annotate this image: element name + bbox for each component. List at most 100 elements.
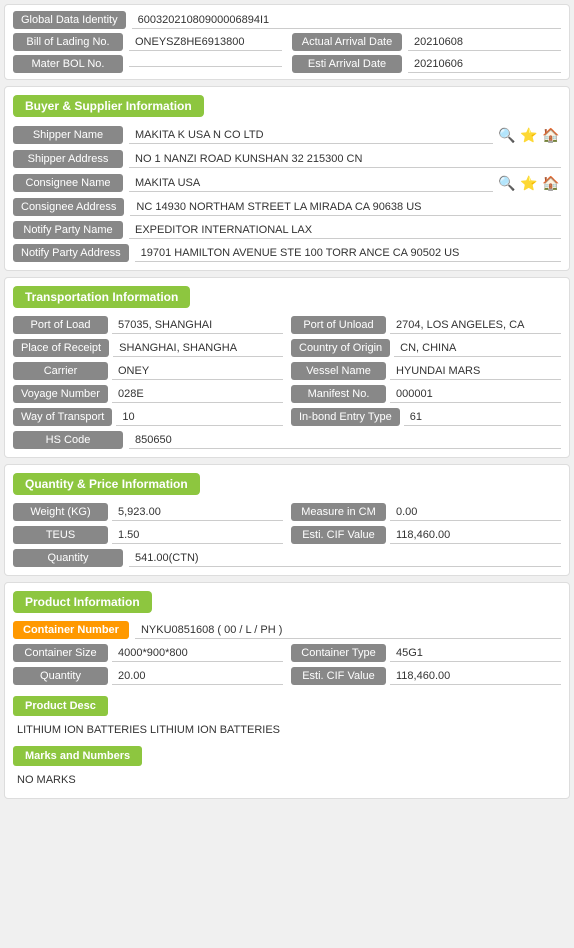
weight-measure-row: Weight (KG) 5,923.00 Measure in CM 0.00 — [13, 503, 561, 521]
shipper-name-value: MAKITA K USA N CO LTD — [129, 127, 493, 144]
product-esti-cif-col: Esti. CIF Value 118,460.00 — [291, 667, 561, 685]
product-desc-text: LITHIUM ION BATTERIES LITHIUM ION BATTER… — [13, 720, 561, 740]
product-desc-button[interactable]: Product Desc — [13, 696, 108, 716]
carrier-label: Carrier — [13, 362, 108, 380]
home-icon[interactable]: 🏠 — [541, 125, 561, 145]
country-of-origin-label: Country of Origin — [291, 339, 390, 357]
esti-arrival-date-label: Esti Arrival Date — [292, 55, 402, 73]
transportation-title: Transportation Information — [13, 286, 190, 308]
bill-of-lading-label: Bill of Lading No. — [13, 33, 123, 51]
container-size-label: Container Size — [13, 644, 108, 662]
weight-kg-col: Weight (KG) 5,923.00 — [13, 503, 283, 521]
esti-arrival-date-value: 20210606 — [408, 56, 561, 73]
place-of-receipt-label: Place of Receipt — [13, 339, 109, 357]
manifest-no-col: Manifest No. 000001 — [291, 385, 561, 403]
in-bond-entry-type-label: In-bond Entry Type — [291, 408, 400, 426]
hs-code-label: HS Code — [13, 431, 123, 449]
marks-and-numbers-button[interactable]: Marks and Numbers — [13, 746, 142, 766]
shipper-address-label: Shipper Address — [13, 150, 123, 168]
product-esti-cif-value: 118,460.00 — [390, 668, 561, 685]
voyage-number-value: 028E — [112, 386, 283, 403]
port-row: Port of Load 57035, SHANGHAI Port of Unl… — [13, 316, 561, 334]
shipper-name-label: Shipper Name — [13, 126, 123, 144]
consignee-address-label: Consignee Address — [13, 198, 124, 216]
quantity-price-section: Quantity & Price Information Weight (KG)… — [4, 464, 570, 576]
notify-party-name-row: Notify Party Name EXPEDITOR INTERNATIONA… — [13, 221, 561, 239]
receipt-country-row: Place of Receipt SHANGHAI, SHANGHA Count… — [13, 339, 561, 357]
port-load-col: Port of Load 57035, SHANGHAI — [13, 316, 283, 334]
carrier-col: Carrier ONEY — [13, 362, 283, 380]
esti-arrival-date-pair: Esti Arrival Date 20210606 — [292, 55, 561, 73]
marks-and-numbers-text: NO MARKS — [13, 770, 561, 790]
port-unload-col: Port of Unload 2704, LOS ANGELES, CA — [291, 316, 561, 334]
consignee-search-icon[interactable]: 🔍 — [497, 173, 517, 193]
teus-cif-row: TEUS 1.50 Esti. CIF Value 118,460.00 — [13, 526, 561, 544]
quantity-value: 541.00(CTN) — [129, 550, 561, 567]
vessel-name-label: Vessel Name — [291, 362, 386, 380]
place-of-receipt-value: SHANGHAI, SHANGHA — [113, 340, 283, 357]
port-of-load-value: 57035, SHANGHAI — [112, 317, 283, 334]
voyage-number-label: Voyage Number — [13, 385, 108, 403]
voyage-number-col: Voyage Number 028E — [13, 385, 283, 403]
consignee-name-icons: 🔍 ⭐ 🏠 — [497, 173, 561, 193]
container-number-button[interactable]: Container Number — [13, 621, 129, 639]
port-of-unload-label: Port of Unload — [291, 316, 386, 334]
place-of-receipt-col: Place of Receipt SHANGHAI, SHANGHA — [13, 339, 283, 357]
bill-of-lading-pair: Bill of Lading No. ONEYSZ8HE6913800 — [13, 33, 282, 51]
consignee-address-value: NC 14930 NORTHAM STREET LA MIRADA CA 906… — [130, 199, 561, 216]
transportation-section: Transportation Information Port of Load … — [4, 277, 570, 458]
header-section: Global Data Identity 6003202108090000689… — [4, 4, 570, 80]
product-esti-cif-label: Esti. CIF Value — [291, 667, 386, 685]
consignee-address-row: Consignee Address NC 14930 NORTHAM STREE… — [13, 198, 561, 216]
weight-kg-value: 5,923.00 — [112, 504, 283, 521]
country-of-origin-col: Country of Origin CN, CHINA — [291, 339, 561, 357]
mater-bol-pair: Mater BOL No. — [13, 55, 282, 73]
consignee-name-label: Consignee Name — [13, 174, 123, 192]
container-size-type-row: Container Size 4000*900*800 Container Ty… — [13, 644, 561, 662]
mater-bol-value — [129, 62, 282, 67]
vessel-name-col: Vessel Name HYUNDAI MARS — [291, 362, 561, 380]
consignee-home-icon[interactable]: 🏠 — [541, 173, 561, 193]
star-icon[interactable]: ⭐ — [519, 125, 539, 145]
measure-in-cm-label: Measure in CM — [291, 503, 386, 521]
consignee-name-value: MAKITA USA — [129, 175, 493, 192]
actual-arrival-date-pair: Actual Arrival Date 20210608 — [292, 33, 561, 51]
esti-cif-label: Esti. CIF Value — [291, 526, 386, 544]
shipper-name-icons: 🔍 ⭐ 🏠 — [497, 125, 561, 145]
page: Global Data Identity 6003202108090000689… — [0, 0, 574, 809]
buyer-supplier-section: Buyer & Supplier Information Shipper Nam… — [4, 86, 570, 271]
container-number-row: Container Number NYKU0851608 ( 00 / L / … — [13, 621, 561, 639]
shipper-address-row: Shipper Address NO 1 NANZI ROAD KUNSHAN … — [13, 150, 561, 168]
product-title: Product Information — [13, 591, 152, 613]
weight-kg-label: Weight (KG) — [13, 503, 108, 521]
teus-value: 1.50 — [112, 527, 283, 544]
mater-bol-label: Mater BOL No. — [13, 55, 123, 73]
transport-inbond-row: Way of Transport 10 In-bond Entry Type 6… — [13, 408, 561, 426]
bill-of-lading-row: Bill of Lading No. ONEYSZ8HE6913800 Actu… — [13, 33, 561, 51]
actual-arrival-date-label: Actual Arrival Date — [292, 33, 402, 51]
global-data-identity-label: Global Data Identity — [13, 11, 126, 29]
product-section: Product Information Container Number NYK… — [4, 582, 570, 799]
notify-party-address-label: Notify Party Address — [13, 244, 129, 262]
consignee-name-row: Consignee Name MAKITA USA 🔍 ⭐ 🏠 — [13, 173, 561, 193]
port-of-load-label: Port of Load — [13, 316, 108, 334]
product-quantity-value: 20.00 — [112, 668, 283, 685]
country-of-origin-value: CN, CHINA — [394, 340, 561, 357]
vessel-name-value: HYUNDAI MARS — [390, 363, 561, 380]
measure-in-cm-col: Measure in CM 0.00 — [291, 503, 561, 521]
esti-cif-value: 118,460.00 — [390, 527, 561, 544]
measure-in-cm-value: 0.00 — [390, 504, 561, 521]
notify-party-address-value: 19701 HAMILTON AVENUE STE 100 TORR ANCE … — [135, 245, 561, 262]
voyage-manifest-row: Voyage Number 028E Manifest No. 000001 — [13, 385, 561, 403]
consignee-star-icon[interactable]: ⭐ — [519, 173, 539, 193]
hs-code-row: HS Code 850650 — [13, 431, 561, 449]
search-icon[interactable]: 🔍 — [497, 125, 517, 145]
notify-party-address-row: Notify Party Address 19701 HAMILTON AVEN… — [13, 244, 561, 262]
container-type-col: Container Type 45G1 — [291, 644, 561, 662]
mater-bol-row: Mater BOL No. Esti Arrival Date 20210606 — [13, 55, 561, 73]
esti-cif-col: Esti. CIF Value 118,460.00 — [291, 526, 561, 544]
carrier-value: ONEY — [112, 363, 283, 380]
in-bond-entry-type-col: In-bond Entry Type 61 — [291, 408, 561, 426]
shipper-address-value: NO 1 NANZI ROAD KUNSHAN 32 215300 CN — [129, 151, 561, 168]
shipper-name-with-icons: MAKITA K USA N CO LTD 🔍 ⭐ 🏠 — [129, 125, 561, 145]
